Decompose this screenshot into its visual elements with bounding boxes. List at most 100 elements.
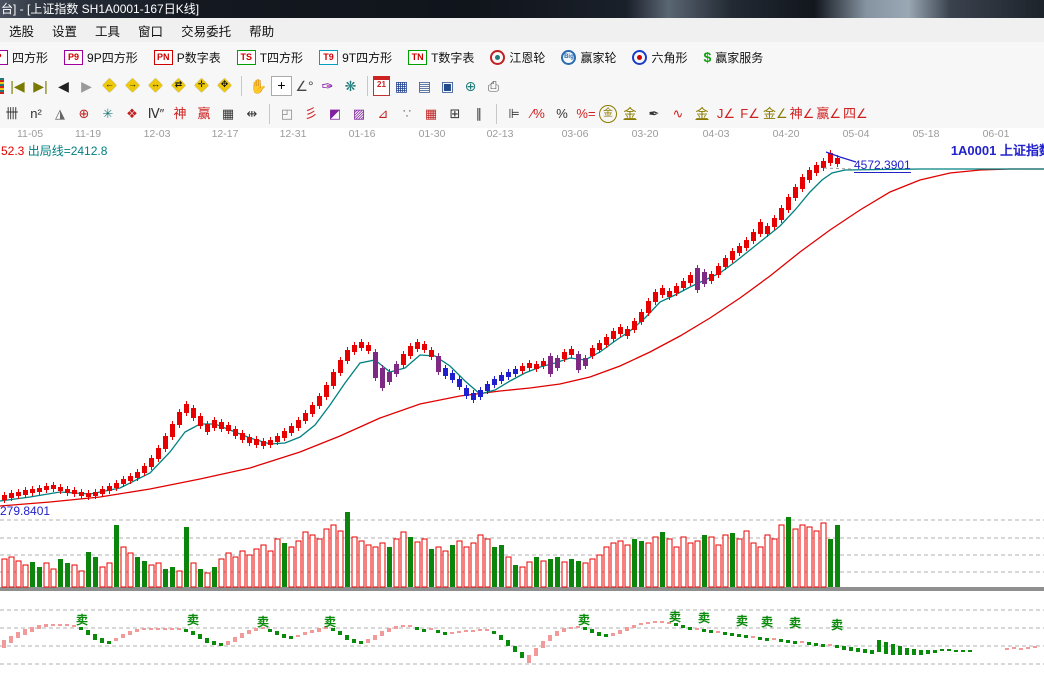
indicator-mark xyxy=(303,632,307,635)
notes-icon[interactable]: ▤ xyxy=(414,76,435,96)
kline-canvas[interactable] xyxy=(0,141,1044,680)
indicator-mark xyxy=(541,641,545,648)
stretch-horizontal-icon[interactable]: ◆↔ xyxy=(145,76,166,96)
prev-bar-icon[interactable]: ◀ xyxy=(53,76,74,96)
angle-measure-icon[interactable]: ∠° xyxy=(294,76,315,96)
save-icon[interactable]: ▣ xyxy=(437,76,458,96)
gann-pen-icon[interactable]: ✑ xyxy=(317,76,338,96)
crosshair-icon[interactable]: + xyxy=(271,76,292,96)
volume-bar xyxy=(786,517,791,587)
wave-icon[interactable]: ∿ xyxy=(667,104,689,124)
fan-box-icon[interactable]: ◩ xyxy=(324,104,346,124)
indicator-mark xyxy=(485,629,489,631)
dense-grid-icon[interactable]: ▦ xyxy=(420,104,442,124)
date-tick: 01-30 xyxy=(419,128,446,140)
volume-bar xyxy=(625,545,630,587)
ray-box-icon[interactable]: ▨ xyxy=(348,104,370,124)
t-square-button[interactable]: TST四方形 xyxy=(237,49,303,66)
n-squared-icon[interactable]: n² xyxy=(25,104,47,124)
expand-vertical-icon[interactable]: ◆✛ xyxy=(191,76,212,96)
f-angle-icon[interactable]: F∠ xyxy=(739,104,761,124)
indicator-mark xyxy=(422,629,426,632)
candle-body xyxy=(660,288,665,295)
menu-trade-order[interactable]: 交易委托 xyxy=(172,18,240,43)
menu-stock-pick[interactable]: 选股 xyxy=(0,18,43,43)
star-wheel-icon[interactable]: ✳ xyxy=(97,104,119,124)
volume-bar xyxy=(429,549,434,587)
knot-tool-icon[interactable]: ❋ xyxy=(340,76,361,96)
j-angle-icon[interactable]: J∠ xyxy=(715,104,737,124)
volume-bar xyxy=(51,569,56,587)
candle-body xyxy=(793,187,798,198)
fan-lines-icon[interactable]: ⊿ xyxy=(372,104,394,124)
percent-slash-icon[interactable]: ∕% xyxy=(527,104,549,124)
compass-circle-icon[interactable]: ⊕ xyxy=(73,104,95,124)
parallel-lines-icon[interactable]: ∥ xyxy=(468,104,490,124)
grid-123-icon[interactable]: ▦ xyxy=(217,104,239,124)
exit-line-label: 52.3 出局线=2412.8 xyxy=(1,142,107,159)
grid-target-icon[interactable]: ❖ xyxy=(121,104,143,124)
gold-angle-icon[interactable]: 金∠ xyxy=(763,104,788,124)
volume-bar xyxy=(527,562,532,587)
ink-pen-icon[interactable]: ✒ xyxy=(643,104,665,124)
dotted-v-icon[interactable]: ∵ xyxy=(396,104,418,124)
percent-icon[interactable]: % xyxy=(551,104,573,124)
menu-tools[interactable]: 工具 xyxy=(86,18,129,43)
web-icon[interactable]: ⊕ xyxy=(460,76,481,96)
print-icon[interactable]: ⎙ xyxy=(483,76,504,96)
comb-lines-icon[interactable]: 卌 xyxy=(1,104,23,124)
gold-line-icon[interactable]: 金 xyxy=(619,104,641,124)
candle-body xyxy=(506,372,511,377)
hexagon-button[interactable]: 六角形 xyxy=(632,49,687,66)
p-square-button[interactable]: P四方形 xyxy=(0,49,48,66)
candle-body xyxy=(639,312,644,322)
winner-service-button[interactable]: $赢家服务 xyxy=(703,49,763,66)
last-bar-icon[interactable]: ▶| xyxy=(30,76,51,96)
menu-help[interactable]: 帮助 xyxy=(240,18,283,43)
p-digit-table-button[interactable]: PNP数字表 xyxy=(154,49,221,66)
next-bar-icon[interactable]: ▶ xyxy=(76,76,97,96)
gann-wheel-button[interactable]: 江恩轮 xyxy=(490,49,545,66)
menu-window[interactable]: 窗口 xyxy=(129,18,172,43)
angle-a-icon[interactable]: ◮ xyxy=(49,104,71,124)
pan-hand-icon[interactable]: ✋ xyxy=(248,76,269,96)
shift-left-icon[interactable]: ◆← xyxy=(99,76,120,96)
calendar-icon[interactable]: 21 xyxy=(373,76,390,96)
candle-body xyxy=(324,385,329,397)
p9-square-button[interactable]: P99P四方形 xyxy=(64,49,138,66)
candle-body xyxy=(520,366,525,371)
gold-circle-icon[interactable]: 金 xyxy=(599,105,617,123)
box-grid-icon[interactable]: ◰ xyxy=(276,104,298,124)
volume-bar xyxy=(604,547,609,587)
expand-all-icon[interactable]: ◆✥ xyxy=(214,76,235,96)
compress-horizontal-icon[interactable]: ◆⇄ xyxy=(168,76,189,96)
first-bar-icon[interactable]: |◀ xyxy=(7,76,28,96)
shift-right-icon[interactable]: ◆→ xyxy=(122,76,143,96)
gold-lines2-icon[interactable]: 金 xyxy=(691,104,713,124)
winner-wheel-button[interactable]: Big赢家轮 xyxy=(561,49,616,66)
iv-marks-icon[interactable]: Ⅳ″ xyxy=(145,104,167,124)
mini-chart-icon[interactable] xyxy=(0,78,4,94)
grid-arrow-icon[interactable]: ⊞ xyxy=(444,104,466,124)
indicator-mark xyxy=(149,628,153,630)
red-fan-icon[interactable]: 彡 xyxy=(300,104,322,124)
scale-icon[interactable]: ⊫ xyxy=(503,104,525,124)
menu-settings[interactable]: 设置 xyxy=(43,18,86,43)
calculator-icon[interactable]: ▦ xyxy=(391,76,412,96)
date-tick: 02-13 xyxy=(487,128,514,140)
chart-area[interactable]: 52.3 出局线=2412.8 1A0001 上证指数 4572.3901 27… xyxy=(0,141,1044,680)
shen-angle-icon[interactable]: 神∠ xyxy=(790,104,815,124)
indicator-mark xyxy=(884,642,888,654)
t-digit-table-button[interactable]: TNT数字表 xyxy=(408,49,474,66)
volume-bar xyxy=(261,545,266,587)
shen-grid-icon[interactable]: 神 xyxy=(169,104,191,124)
ying-angle-icon[interactable]: 赢∠ xyxy=(816,104,841,124)
span-arrows-icon[interactable]: ⇹ xyxy=(241,104,263,124)
ying-grid-icon[interactable]: 赢 xyxy=(193,104,215,124)
si-angle-icon[interactable]: 四∠ xyxy=(843,104,868,124)
indicator-mark xyxy=(142,628,146,630)
indicator-mark xyxy=(751,636,755,638)
symbol-name: 上证指数 xyxy=(1000,143,1044,158)
percent-lines-icon[interactable]: %= xyxy=(575,104,597,124)
t9-square-button[interactable]: T99T四方形 xyxy=(319,49,392,66)
